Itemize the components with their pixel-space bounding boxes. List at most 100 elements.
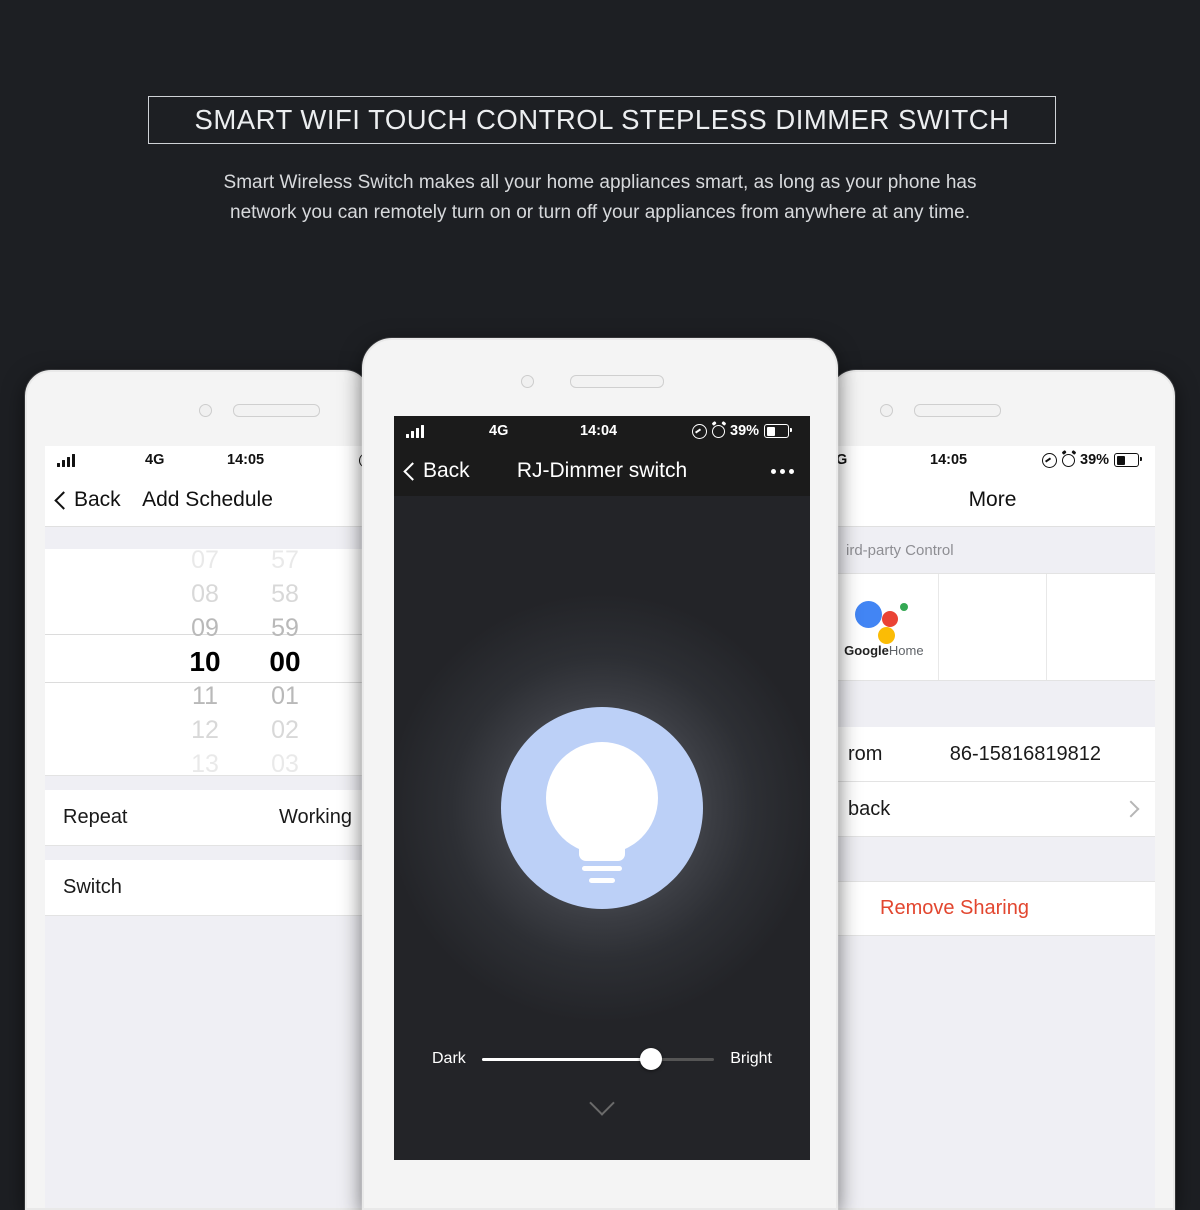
network-label: 4G — [489, 423, 509, 439]
row-remove-sharing[interactable]: Remove Sharing — [830, 881, 1155, 936]
tile-empty-2[interactable] — [939, 574, 1048, 680]
right-bottom-fill — [830, 936, 1155, 1208]
hour-option[interactable]: 11 — [192, 679, 218, 713]
status-time: 14:05 — [930, 452, 968, 468]
back-button[interactable]: Back — [403, 459, 470, 483]
minute-option[interactable]: 59 — [271, 611, 299, 645]
hour-column[interactable]: 07 08 09 10 11 12 13 — [165, 549, 245, 775]
location-icon — [692, 423, 707, 439]
minute-option[interactable]: 58 — [271, 577, 299, 611]
right-status-bar: G 14:05 39% — [830, 446, 1155, 474]
battery-percent: 39% — [1080, 452, 1110, 468]
left-section-gap — [45, 527, 370, 549]
front-camera-icon — [880, 404, 893, 417]
hour-option-selected[interactable]: 10 — [189, 645, 220, 679]
tile-google-home[interactable]: GoogleHome — [830, 574, 939, 680]
left-bottom-fill — [45, 916, 370, 1208]
status-right-icons: 39% — [1042, 452, 1143, 468]
minute-option[interactable]: 02 — [271, 713, 299, 747]
back-label: Back — [74, 488, 121, 511]
signal-bars-icon — [406, 424, 424, 438]
status-time: 14:04 — [580, 423, 618, 439]
row-switch[interactable]: Switch — [45, 860, 370, 916]
slider-bright-label: Bright — [730, 1050, 772, 1067]
front-camera-icon — [521, 375, 534, 388]
hour-option[interactable]: 07 — [191, 549, 219, 577]
section-header-third-party: ird-party Control — [830, 527, 1155, 573]
more-dots-icon[interactable] — [771, 468, 794, 474]
page-subtitle: Smart Wireless Switch makes all your hom… — [150, 168, 1050, 228]
battery-icon — [1114, 453, 1143, 467]
back-button[interactable]: Back — [54, 488, 121, 512]
brand-google: Google — [844, 642, 889, 658]
chevron-right-icon — [1122, 800, 1140, 818]
brand-home: Home — [888, 642, 924, 658]
signal-bars-icon — [57, 453, 75, 467]
brightness-slider-row: Dark Bright — [394, 1048, 810, 1070]
row-repeat-value: Working — [279, 806, 352, 828]
minute-option[interactable]: 01 — [271, 679, 299, 713]
left-nav-bar: Back Add Schedule — [45, 474, 370, 527]
earpiece-speaker — [914, 404, 1001, 417]
minute-option[interactable]: 03 — [271, 747, 299, 775]
slider-fill — [481, 1057, 652, 1061]
left-phone-frame: 4G 14:05 Back Add Schedule 07 08 09 10 1… — [25, 370, 370, 1210]
left-gap-2 — [45, 775, 370, 790]
row-repeat[interactable]: Repeat Working — [45, 790, 370, 846]
minute-option[interactable]: 57 — [271, 549, 299, 577]
center-status-bar: 4G 14:04 39% — [394, 416, 810, 446]
row-switch-label: Switch — [63, 876, 122, 898]
right-phone-frame: G 14:05 39% More ird-party Control Googl… — [830, 370, 1175, 1210]
battery-icon — [764, 424, 793, 438]
hour-option[interactable]: 13 — [191, 747, 219, 775]
row-shared-from[interactable]: rom 86-15816819812 — [830, 727, 1155, 782]
front-camera-icon — [199, 404, 212, 417]
remove-sharing-label: Remove Sharing — [880, 897, 1029, 919]
center-phone-screen: 4G 14:04 39% Back RJ-Dimmer switch Dark … — [394, 416, 810, 1160]
brightness-slider[interactable] — [481, 1048, 715, 1070]
subtitle-line-2: network you can remotely turn on or turn… — [230, 202, 970, 223]
page-title-box: SMART WIFI TOUCH CONTROL STEPLESS DIMMER… — [148, 96, 1056, 144]
earpiece-speaker — [570, 375, 664, 388]
row-repeat-label: Repeat — [63, 806, 128, 828]
back-label: Back — [423, 459, 470, 482]
third-party-tiles: GoogleHome — [830, 573, 1155, 681]
right-phone-screen: G 14:05 39% More ird-party Control Googl… — [830, 446, 1155, 1208]
row-shared-from-value: 86-15816819812 — [949, 742, 1101, 765]
page-title: SMART WIFI TOUCH CONTROL STEPLESS DIMMER… — [194, 104, 1010, 135]
light-bulb-icon[interactable] — [501, 707, 703, 910]
hour-option[interactable]: 09 — [191, 611, 219, 645]
tile-label: GoogleHome — [844, 643, 923, 658]
tile-empty-3[interactable] — [1047, 574, 1155, 680]
dimmer-panel: Dark Bright — [394, 496, 810, 1160]
hour-option[interactable]: 12 — [191, 713, 219, 747]
minute-column[interactable]: 57 58 59 00 01 02 03 — [245, 549, 325, 775]
left-status-bar: 4G 14:05 — [45, 446, 370, 474]
right-gap-1 — [830, 681, 1155, 727]
left-gap-3 — [45, 846, 370, 860]
right-nav-bar: More — [830, 474, 1155, 527]
right-gap-2 — [830, 837, 1155, 881]
right-page-title: More — [968, 488, 1017, 511]
center-nav-bar: Back RJ-Dimmer switch — [394, 446, 810, 496]
earpiece-speaker — [233, 404, 320, 417]
center-phone-frame: 4G 14:04 39% Back RJ-Dimmer switch Dark … — [362, 338, 838, 1210]
row-shared-from-label: rom — [848, 742, 883, 765]
alarm-icon — [712, 424, 725, 438]
hour-option[interactable]: 08 — [191, 577, 219, 611]
chevron-down-icon[interactable] — [589, 1090, 615, 1116]
status-right-icons: 39% — [692, 423, 793, 439]
location-icon — [1042, 452, 1057, 468]
network-label: 4G — [145, 452, 165, 468]
row-feedback[interactable]: back — [830, 782, 1155, 837]
slider-thumb[interactable] — [640, 1048, 663, 1070]
battery-percent: 39% — [730, 423, 760, 439]
slider-dark-label: Dark — [432, 1050, 466, 1067]
google-home-icon — [854, 597, 913, 644]
minute-option-selected[interactable]: 00 — [269, 645, 300, 679]
left-phone-screen: 4G 14:05 Back Add Schedule 07 08 09 10 1… — [45, 446, 370, 1208]
subtitle-line-1: Smart Wireless Switch makes all your hom… — [223, 172, 977, 193]
bulb-glyph — [546, 742, 658, 884]
row-feedback-label: back — [848, 797, 891, 820]
time-picker[interactable]: 07 08 09 10 11 12 13 57 58 59 00 01 02 0… — [45, 549, 370, 775]
